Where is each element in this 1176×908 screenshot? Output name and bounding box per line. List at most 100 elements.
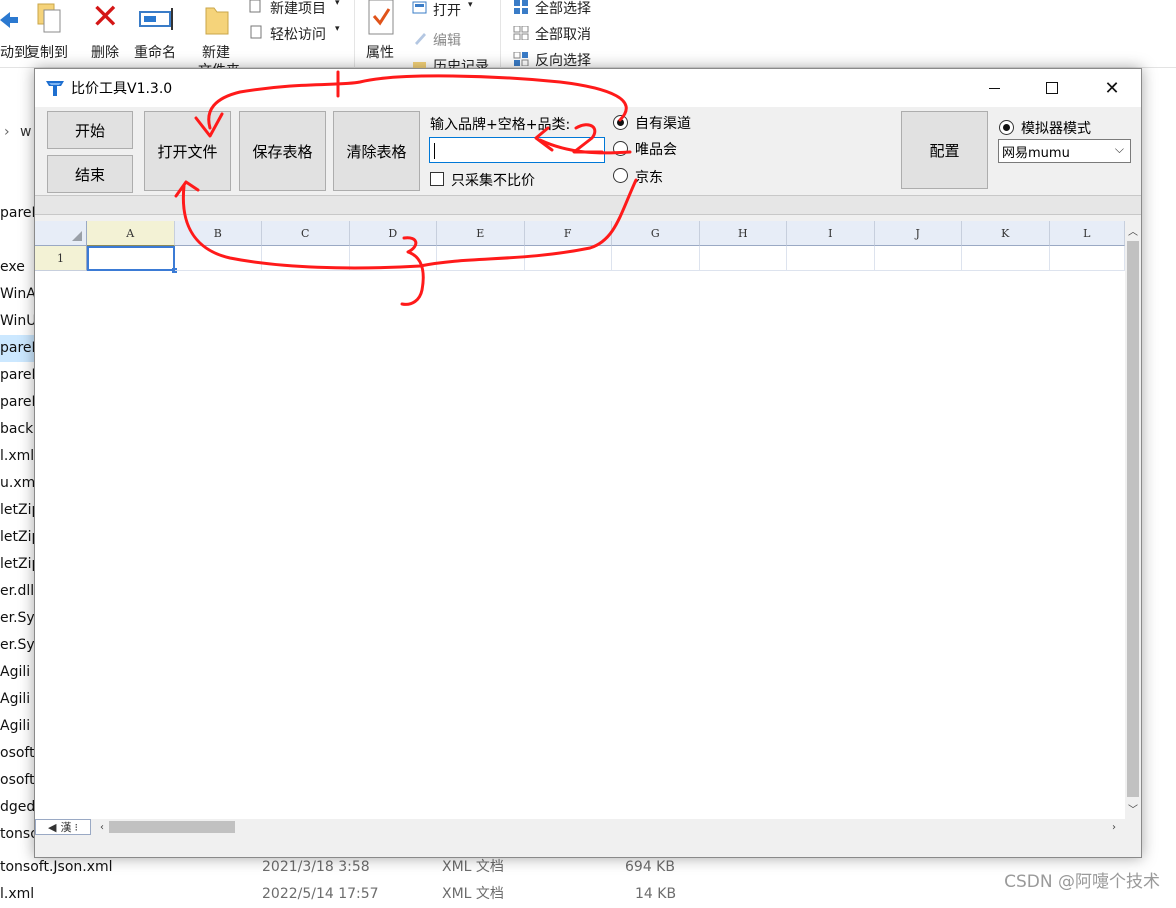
explorer-file-name[interactable]: WinU [0,308,36,335]
explorer-file-name[interactable] [0,227,36,254]
explorer-file-name[interactable]: Agili [0,659,36,686]
channel-radio-own[interactable] [613,115,628,130]
channel-radio-vip[interactable] [613,141,628,156]
explorer-file-name[interactable]: u.xml [0,470,36,497]
delete-icon[interactable]: ✕ [91,0,120,34]
emulator-mode-radio[interactable] [999,120,1014,135]
invert-selection-label[interactable]: 反向选择 [535,50,591,70]
vertical-scrollbar[interactable]: ︿ ﹀ [1125,221,1141,819]
scroll-left-icon[interactable]: ‹ [95,819,109,835]
column-header[interactable]: H [699,221,787,246]
maximize-button[interactable] [1023,69,1081,107]
stop-button[interactable]: 结束 [47,155,133,193]
column-header[interactable]: G [612,221,700,246]
explorer-file-name[interactable]: osoft [0,767,36,794]
explorer-file-name[interactable]: tonso [0,821,36,848]
edit-label[interactable]: 编辑 [433,30,461,50]
explorer-file-name[interactable]: Agili [0,713,36,740]
grid-cell[interactable] [174,246,262,271]
easy-access-dropdown-icon[interactable]: ▾ [335,24,340,34]
new-item-label[interactable]: 新建项目 [270,0,326,18]
channel-radio-jd[interactable] [613,168,628,183]
scroll-up-icon[interactable]: ︿ [1125,221,1141,239]
column-header[interactable]: D [349,221,437,246]
open-label[interactable]: 打开 [433,0,461,20]
column-header[interactable]: A [87,221,175,246]
explorer-file-name[interactable]: letZip [0,551,36,578]
easy-access-label[interactable]: 轻松访问 [270,24,326,44]
select-all-label[interactable]: 全部选择 [535,0,591,18]
channel-label-own[interactable]: 自有渠道 [635,113,691,133]
move-to-icon[interactable] [0,8,20,34]
column-header[interactable]: F [524,221,612,246]
copy-to-icon[interactable] [36,2,66,36]
grid-cell[interactable] [699,246,787,271]
config-button[interactable]: 配置 [901,111,988,189]
new-item-dropdown-icon[interactable]: ▾ [335,0,340,8]
horizontal-scroll-thumb[interactable] [109,821,235,833]
active-cell[interactable] [87,246,176,273]
open-file-button[interactable]: 打开文件 [144,111,231,191]
spreadsheet[interactable]: ABCDEFGHIJKL 1 ︿ ﹀ ◀ 漢 ⁝ ‹ › [35,221,1141,835]
start-button[interactable]: 开始 [47,111,133,149]
grid-cell[interactable] [437,246,525,271]
select-none-label[interactable]: 全部取消 [535,24,591,44]
copy-to-label[interactable]: 复制到 [26,42,68,62]
explorer-file-name[interactable]: er.dll [0,578,36,605]
minimize-button[interactable] [965,69,1023,107]
column-header[interactable]: I [787,221,875,246]
grid-cell[interactable] [962,246,1050,271]
explorer-file-name[interactable]: er.Sys [0,605,36,632]
move-to-label[interactable]: 动到 [0,42,28,62]
select-all-corner[interactable] [35,221,87,246]
explorer-file-name[interactable]: letZip [0,497,36,524]
open-dropdown-icon[interactable]: ▾ [468,0,473,10]
grid-cell[interactable] [787,246,875,271]
explorer-file-name[interactable]: l.xml [0,443,36,470]
row-header[interactable]: 1 [35,246,87,271]
properties-icon[interactable] [367,0,397,36]
grid-cell[interactable] [612,246,700,271]
column-header[interactable]: C [262,221,350,246]
explorer-file-row[interactable]: tonsoft.Json.xml 2021/3/18 3:58 XML 文档 6… [0,854,675,881]
vertical-scroll-thumb[interactable] [1127,241,1139,797]
grid-cell[interactable] [262,246,350,271]
grid-cell[interactable] [349,246,437,271]
channel-label-jd[interactable]: 京东 [635,167,663,187]
column-header[interactable]: B [174,221,262,246]
grid-cell[interactable] [1049,246,1125,271]
column-header[interactable]: J [874,221,962,246]
history-label[interactable]: 历史记录 [433,56,489,68]
explorer-file-name[interactable]: back. [0,416,36,443]
close-button[interactable]: ✕ [1083,69,1141,107]
grid-cell[interactable] [524,246,612,271]
explorer-file-name[interactable]: er.Sys [0,632,36,659]
grid-cell[interactable] [874,246,962,271]
channel-label-vip[interactable]: 唯品会 [635,139,677,159]
properties-label[interactable]: 属性 [366,42,394,62]
sheet-splitter-icon[interactable]: ⁝ [74,821,78,834]
new-folder-label-1[interactable]: 新建 [202,42,230,62]
explorer-file-name[interactable]: osoft [0,740,36,767]
explorer-file-name[interactable]: dged [0,794,36,821]
explorer-file-name[interactable]: pareF [0,335,36,362]
rename-label[interactable]: 重命名 [134,42,176,62]
emulator-select[interactable]: 网易mumu ⌵ [998,139,1131,163]
explorer-file-row[interactable]: l.xml 2022/5/14 17:57 XML 文档 14 KB [0,881,676,908]
explorer-file-name[interactable]: letZip [0,524,36,551]
sheet-prev-icon[interactable]: ◀ [48,821,56,834]
explorer-file-name[interactable]: pareF [0,200,36,227]
explorer-file-name[interactable]: exe [0,254,36,281]
column-header[interactable]: E [437,221,525,246]
keyword-input[interactable] [429,137,605,163]
clear-table-button[interactable]: 清除表格 [333,111,420,191]
save-table-button[interactable]: 保存表格 [239,111,326,191]
title-bar[interactable]: 比价工具V1.3.0 ✕ [35,69,1141,107]
column-header[interactable]: K [962,221,1050,246]
explorer-file-name[interactable]: pareF [0,389,36,416]
only-collect-checkbox[interactable] [430,172,444,186]
only-collect-label[interactable]: 只采集不比价 [451,170,535,190]
delete-label[interactable]: 删除 [91,42,119,62]
horizontal-scrollbar[interactable]: ‹ › [95,819,1125,835]
column-header[interactable]: L [1049,221,1125,246]
